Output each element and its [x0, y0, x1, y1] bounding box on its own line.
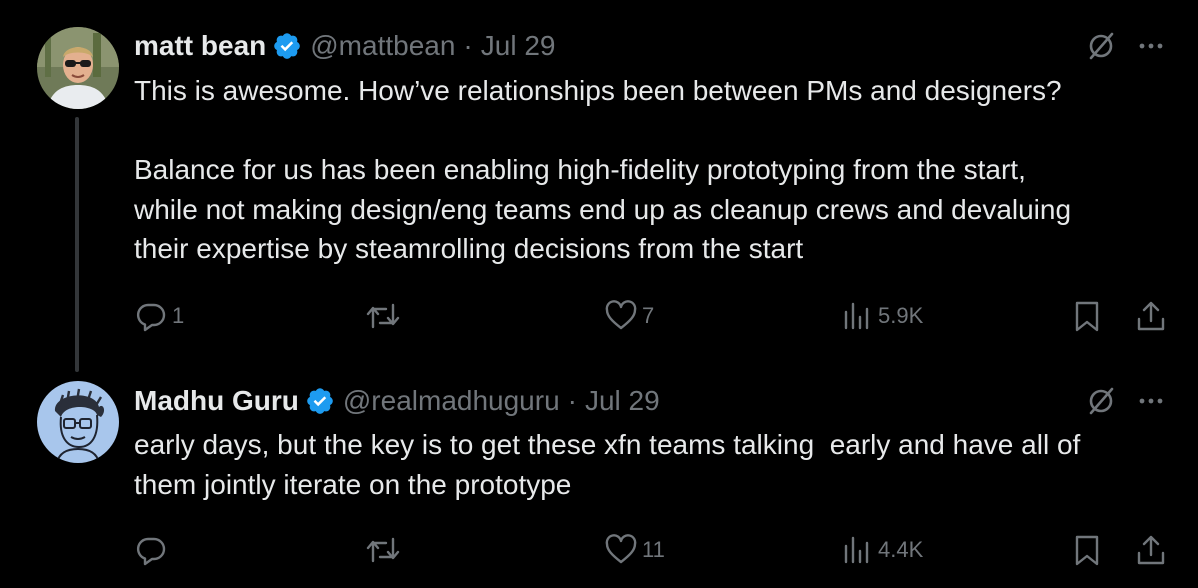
tweet-text-line: while not making design/eng teams end up… — [134, 193, 1072, 225]
tweet-text-line: early days, but the key is to get these … — [134, 429, 1081, 460]
reply-icon — [134, 299, 168, 333]
like-icon — [604, 299, 638, 333]
views-button[interactable]: 4.4K — [840, 530, 923, 570]
like-count: 7 — [642, 303, 655, 328]
like-button[interactable]: 7 — [604, 296, 654, 336]
views-icon — [840, 533, 874, 567]
share-icon — [1134, 299, 1168, 333]
separator-dot: · — [463, 30, 473, 61]
tweet-text: early days, but the key is to get these … — [134, 425, 1174, 504]
paragraph-break — [134, 111, 1174, 151]
retweet-icon — [364, 299, 402, 333]
retweet-icon — [364, 533, 402, 567]
tweet-top-icons — [1086, 26, 1164, 66]
tweet-date[interactable]: Jul 29 — [481, 30, 556, 62]
author-name[interactable]: matt bean — [134, 30, 266, 62]
author-handle[interactable]: @realmadhuguru — [343, 385, 560, 417]
like-count: 11 — [642, 537, 665, 562]
bookmark-button[interactable] — [1070, 530, 1104, 570]
bookmark-icon — [1070, 533, 1104, 567]
views-icon — [840, 299, 874, 333]
tweet-top-icons — [1086, 381, 1164, 421]
author-name[interactable]: Madhu Guru — [134, 385, 299, 417]
bookmark-icon — [1070, 299, 1104, 333]
share-icon — [1134, 533, 1168, 567]
tweet-text: This is awesome. How’ve relationships be… — [134, 71, 1174, 269]
tweet-header: matt bean @mattbean · Jul 29 — [134, 26, 555, 66]
views-count: 4.4K — [878, 537, 924, 562]
reply-button[interactable]: 1 — [134, 296, 184, 336]
tweet-date[interactable]: Jul 29 — [585, 385, 660, 417]
bookmark-button[interactable] — [1070, 296, 1104, 336]
tweet-text-line: them jointly iterate on the prototype — [134, 468, 572, 500]
tweet-action-bar: 1 7 5.9K — [134, 296, 1174, 336]
share-button[interactable] — [1134, 530, 1168, 570]
like-button[interactable]: 11 — [604, 530, 665, 570]
tweet-text-line: Balance for us has been enabling high-fi… — [134, 154, 1026, 185]
separator-dot: · — [567, 385, 577, 416]
share-button[interactable] — [1134, 296, 1168, 336]
views-count: 5.9K — [878, 303, 924, 328]
retweet-button[interactable] — [364, 530, 406, 570]
grok-icon[interactable] — [1086, 31, 1116, 61]
tweet-header: Madhu Guru @realmadhuguru · Jul 29 — [134, 381, 660, 421]
tweet-action-bar: 11 4.4K — [134, 530, 1174, 570]
reply-button[interactable] — [134, 530, 172, 570]
like-icon — [604, 533, 638, 567]
more-icon[interactable] — [1138, 386, 1164, 416]
more-icon[interactable] — [1138, 31, 1164, 61]
author-handle[interactable]: @mattbean — [310, 30, 455, 62]
avatar[interactable] — [37, 381, 119, 463]
retweet-button[interactable] — [364, 296, 406, 336]
views-button[interactable]: 5.9K — [840, 296, 923, 336]
verified-badge-icon — [305, 386, 335, 416]
reply-icon — [134, 533, 168, 567]
grok-icon[interactable] — [1086, 386, 1116, 416]
verified-badge-icon — [272, 31, 302, 61]
avatar[interactable] — [37, 27, 119, 109]
thread-connector-line — [75, 117, 79, 372]
tweet-text-line: their expertise by steamrolling decision… — [134, 233, 804, 264]
tweet-text-line: This is awesome. How’ve relationships be… — [134, 75, 1062, 106]
reply-count: 1 — [172, 303, 185, 328]
conversation-thread: matt bean @mattbean · Jul 29 This is awe… — [0, 0, 1198, 588]
